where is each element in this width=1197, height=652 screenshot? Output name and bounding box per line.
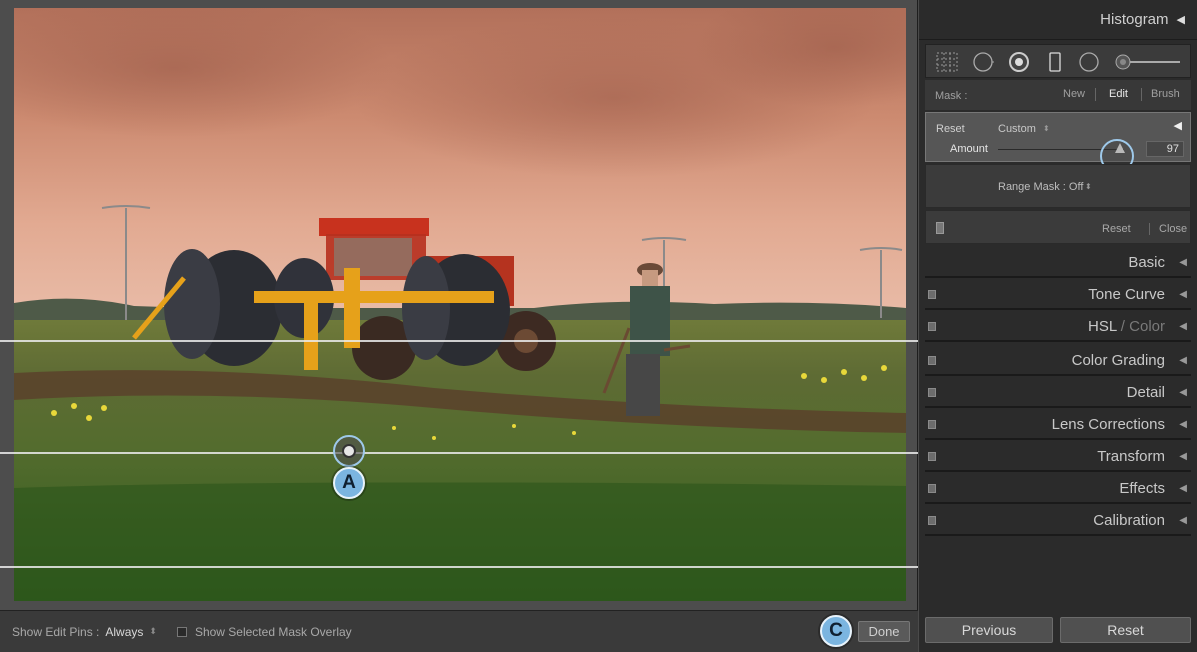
bottom-toolbar: Show Edit Pins : Always ⬍ Show Selected … (0, 610, 918, 652)
adjustment-brush-icon[interactable] (1114, 52, 1184, 72)
color-tab[interactable]: Color (1129, 318, 1165, 335)
expand-triangle-icon[interactable]: ◀ (1179, 355, 1187, 366)
edit-pin-center-icon (342, 444, 356, 458)
panel-switch-icon[interactable] (928, 516, 936, 525)
panel-switch-icon[interactable] (928, 484, 936, 493)
section-label: Color Grading (1071, 352, 1165, 369)
updown-arrows-icon[interactable]: ⬍ (1085, 182, 1092, 191)
expand-triangle-icon[interactable]: ◀ (1179, 387, 1187, 398)
photo-preview[interactable] (14, 8, 906, 601)
section-basic[interactable]: Basic ◀ (925, 248, 1191, 278)
section-tone-curve[interactable]: Tone Curve ◀ (925, 280, 1191, 310)
edit-pin[interactable] (333, 435, 365, 467)
expand-triangle-icon[interactable]: ◀ (1179, 257, 1187, 268)
expand-triangle-icon[interactable]: ◀ (1179, 419, 1187, 430)
expand-triangle-icon[interactable]: ◀ (1179, 483, 1187, 494)
mask-new-button[interactable]: New (1063, 88, 1085, 100)
callout-c: C (820, 615, 852, 647)
section-label: Lens Corrections (1051, 416, 1165, 433)
section-transform[interactable]: Transform ◀ (925, 442, 1191, 472)
panel-switch-icon[interactable] (928, 356, 936, 365)
mask-brush-button[interactable]: Brush (1151, 88, 1180, 100)
show-overlay-checkbox[interactable] (176, 626, 187, 637)
section-label: Tone Curve (1088, 286, 1165, 303)
graduated-filter-center-line[interactable] (0, 452, 918, 454)
mask-footer-row: Reset Close (925, 210, 1191, 244)
section-calibration[interactable]: Calibration ◀ (925, 506, 1191, 536)
mask-row: Mask : New Edit Brush (925, 80, 1191, 110)
section-detail[interactable]: Detail ◀ (925, 378, 1191, 408)
show-overlay-label: Show Selected Mask Overlay (194, 624, 352, 639)
red-eye-icon[interactable] (1008, 52, 1030, 72)
tool-strip (925, 44, 1191, 78)
callout-a: A (333, 467, 365, 499)
graduated-filter-bottom-line[interactable] (0, 566, 918, 568)
section-lens-corrections[interactable]: Lens Corrections ◀ (925, 410, 1191, 440)
mask-edit-button[interactable]: Edit (1109, 88, 1128, 100)
section-label: Detail (1126, 384, 1165, 401)
panel-switch-icon[interactable] (928, 322, 936, 331)
section-hsl-color[interactable]: HSL / Color ◀ (925, 312, 1191, 342)
previous-button[interactable]: Previous (925, 617, 1053, 643)
panel-switch-icon[interactable] (928, 388, 936, 397)
separator (1149, 223, 1150, 235)
expand-triangle-icon[interactable]: ◀ (1179, 289, 1187, 300)
adjustment-box: Reset Custom ⬍ ◀ Amount 97 B (925, 112, 1191, 203)
done-button[interactable]: Done (858, 621, 910, 642)
section-color-grading[interactable]: Color Grading ◀ (925, 346, 1191, 376)
updown-arrows-icon[interactable]: ⬍ (149, 626, 157, 637)
show-edit-pins-label: Show Edit Pins : (12, 624, 100, 639)
image-canvas[interactable]: A (0, 0, 918, 610)
range-mask-row: Range Mask : Off ⬍ (925, 164, 1191, 208)
spot-removal-icon[interactable] (972, 52, 994, 72)
section-label: Transform (1097, 448, 1165, 465)
amount-value-field[interactable]: 97 (1146, 141, 1184, 157)
section-label: Effects (1119, 480, 1165, 497)
radial-filter-icon[interactable] (1078, 52, 1100, 72)
section-effects[interactable]: Effects ◀ (925, 474, 1191, 504)
effect-preset-select[interactable]: Custom (998, 123, 1036, 135)
section-label: Basic (1128, 254, 1165, 271)
panel-switch-icon[interactable] (928, 290, 936, 299)
section-label: Calibration (1093, 512, 1165, 529)
right-panel: Histogram ◀ Mask : New Edit Brush Reset (919, 0, 1197, 652)
slash-separator: / (1116, 318, 1130, 335)
hsl-tab[interactable]: HSL (1088, 318, 1117, 335)
graduated-filter-icon[interactable] (1044, 52, 1066, 72)
expand-triangle-icon[interactable]: ◀ (1179, 321, 1187, 332)
photo-image (14, 8, 906, 601)
mask-label: Mask : (935, 90, 968, 102)
show-edit-pins-select[interactable]: Always (105, 625, 143, 639)
section-label: HSL / Color (1088, 318, 1165, 335)
reset-button[interactable]: Reset (1060, 617, 1191, 643)
amount-label: Amount (950, 143, 988, 155)
footer-reset-button[interactable]: Reset (1102, 223, 1131, 235)
footer-close-button[interactable]: Close (1159, 223, 1187, 235)
histogram-header[interactable]: Histogram ◀ (919, 0, 1197, 40)
separator (1141, 88, 1142, 101)
collapse-triangle-icon[interactable]: ◀ (1177, 13, 1185, 26)
expand-triangle-icon[interactable]: ◀ (1179, 515, 1187, 526)
crop-overlay-icon[interactable] (936, 52, 958, 72)
adjust-reset-button[interactable]: Reset (936, 123, 965, 135)
graduated-filter-top-line[interactable] (0, 340, 918, 342)
panel-switch-icon[interactable] (928, 420, 936, 429)
panel-switch-icon[interactable] (936, 222, 944, 234)
range-mask-select[interactable]: Range Mask : Off (998, 181, 1083, 193)
updown-arrows-icon[interactable]: ⬍ (1043, 124, 1050, 133)
panel-switch-icon[interactable] (928, 452, 936, 461)
collapse-triangle-icon[interactable]: ◀ (1174, 119, 1182, 132)
separator (1095, 88, 1096, 101)
expand-triangle-icon[interactable]: ◀ (1179, 451, 1187, 462)
histogram-title: Histogram (1100, 11, 1169, 28)
